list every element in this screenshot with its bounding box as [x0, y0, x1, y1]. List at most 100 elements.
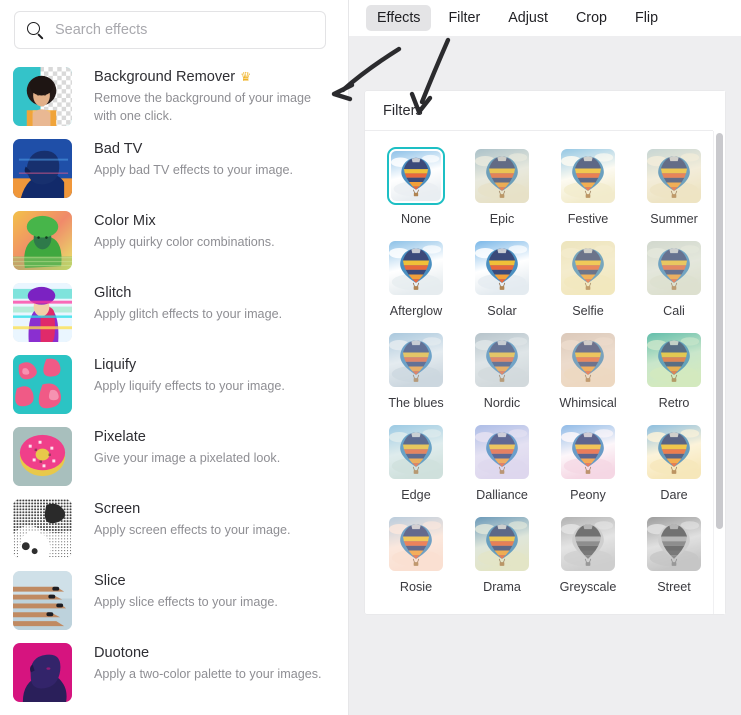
filter-thumbnail — [561, 241, 615, 295]
filter-label: Rosie — [399, 580, 433, 594]
filter-label: Drama — [483, 580, 521, 594]
filter-label: Afterglow — [389, 304, 443, 318]
effect-thumbnail — [13, 571, 72, 630]
filter-item[interactable]: Peony — [545, 423, 631, 502]
effect-text: Screen Apply screen effects to your imag… — [94, 498, 290, 540]
tab-adjust[interactable]: Adjust — [497, 5, 559, 31]
effect-title: Liquify — [94, 355, 285, 375]
filter-thumbnail-frame — [645, 331, 703, 389]
filter-item[interactable]: Retro — [631, 331, 717, 410]
filter-item[interactable]: Nordic — [459, 331, 545, 410]
filter-item[interactable]: Cali — [631, 239, 717, 318]
filter-item[interactable]: Drama — [459, 515, 545, 594]
filter-label: Edge — [401, 488, 431, 502]
filters-scrollbar[interactable] — [713, 131, 725, 614]
filter-item[interactable]: Festive — [545, 147, 631, 226]
effects-list: Background Remover ♛ Remove the backgrou… — [0, 62, 340, 710]
effect-item[interactable]: Bad TV Apply bad TV effects to your imag… — [0, 134, 340, 206]
filter-item[interactable]: Selfie — [545, 239, 631, 318]
effect-description: Apply glitch effects to your image. — [94, 307, 283, 321]
effect-item[interactable]: Duotone Apply a two-color palette to you… — [0, 638, 340, 710]
filter-thumbnail — [647, 149, 701, 203]
filter-item[interactable]: None — [373, 147, 459, 226]
filter-thumbnail — [647, 241, 701, 295]
effect-text: Duotone Apply a two-color palette to you… — [94, 642, 322, 684]
tab-flip[interactable]: Flip — [624, 5, 669, 31]
effect-thumbnail — [13, 211, 72, 270]
editor-right-pane: EffectsFilterAdjustCropFlip Filters — [349, 0, 741, 715]
filter-thumbnail-frame — [559, 515, 617, 573]
filter-label: Festive — [567, 212, 609, 226]
effect-item[interactable]: Pixelate Give your image a pixelated loo… — [0, 422, 340, 494]
filter-thumbnail — [475, 241, 529, 295]
effect-title: Glitch — [94, 283, 282, 303]
filter-label: Dalliance — [476, 488, 528, 502]
effect-text: Color Mix Apply quirky color combination… — [94, 210, 275, 252]
filter-item[interactable]: The blues — [373, 331, 459, 410]
filter-item[interactable]: Rosie — [373, 515, 459, 594]
filter-item[interactable]: Edge — [373, 423, 459, 502]
effect-text: Bad TV Apply bad TV effects to your imag… — [94, 138, 293, 180]
filter-thumbnail-frame — [559, 239, 617, 297]
effect-title-label: Screen — [94, 501, 141, 517]
filter-item[interactable]: Epic — [459, 147, 545, 226]
filter-thumbnail-frame — [645, 147, 703, 205]
filters-panel-header: Filters — [365, 91, 725, 131]
effect-title-label: Slice — [94, 573, 126, 589]
effect-item[interactable]: Slice Apply slice effects to your image. — [0, 566, 340, 638]
filter-item[interactable]: Dalliance — [459, 423, 545, 502]
filter-item[interactable]: Dare — [631, 423, 717, 502]
effect-item[interactable]: Glitch Apply glitch effects to your imag… — [0, 278, 340, 350]
filter-label: Cali — [663, 304, 685, 318]
scrollbar-header-gap — [713, 91, 725, 131]
filter-item[interactable]: Summer — [631, 147, 717, 226]
effect-description: Apply liquify effects to your image. — [94, 379, 285, 393]
effect-title: Screen — [94, 499, 290, 519]
filter-thumbnail-frame — [387, 331, 445, 389]
filter-item[interactable]: Solar — [459, 239, 545, 318]
filter-thumbnail-frame — [645, 515, 703, 573]
filter-item[interactable]: Afterglow — [373, 239, 459, 318]
search-input[interactable] — [55, 22, 313, 38]
effect-title-label: Background Remover — [94, 69, 236, 85]
effect-title-label: Liquify — [94, 357, 137, 373]
filters-grid: None Epic Festive Summer Afterglow Solar… — [365, 131, 725, 614]
filter-item[interactable]: Greyscale — [545, 515, 631, 594]
effect-text: Liquify Apply liquify effects to your im… — [94, 354, 285, 396]
filter-thumbnail-frame — [473, 423, 531, 481]
filter-label: Selfie — [572, 304, 604, 318]
effect-text: Glitch Apply glitch effects to your imag… — [94, 282, 282, 324]
filter-thumbnail-frame — [387, 147, 445, 205]
effect-title-label: Duotone — [94, 645, 150, 661]
effects-sidebar: Background Remover ♛ Remove the backgrou… — [0, 0, 340, 715]
effect-item[interactable]: Color Mix Apply quirky color combination… — [0, 206, 340, 278]
filter-thumbnail-frame — [559, 423, 617, 481]
filter-thumbnail-frame — [559, 147, 617, 205]
filter-thumbnail-frame — [387, 423, 445, 481]
filter-label: Peony — [570, 488, 606, 502]
effect-description: Apply a two-color palette to your images… — [94, 667, 322, 681]
filters-scrollbar-thumb[interactable] — [716, 133, 723, 530]
effect-item[interactable]: Screen Apply screen effects to your imag… — [0, 494, 340, 566]
tab-crop[interactable]: Crop — [565, 5, 618, 31]
filter-label: The blues — [388, 396, 444, 410]
effect-item[interactable]: Liquify Apply liquify effects to your im… — [0, 350, 340, 422]
editor-tab-bar: Effects Filter Adjust Crop Flip — [349, 0, 741, 36]
filter-label: Dare — [660, 488, 688, 502]
effect-description: Apply quirky color combinations. — [94, 235, 275, 249]
effect-title: Color Mix — [94, 211, 275, 231]
filters-panel-title: Filters — [383, 102, 423, 119]
filter-label: Whimsical — [559, 396, 617, 410]
filter-item[interactable]: Whimsical — [545, 331, 631, 410]
filter-label: Greyscale — [559, 580, 617, 594]
search-effects-field[interactable] — [14, 11, 326, 49]
filter-thumbnail — [647, 333, 701, 387]
tab-filter[interactable]: Filter — [437, 5, 491, 31]
effect-item[interactable]: Background Remover ♛ Remove the backgrou… — [0, 62, 340, 134]
filter-thumbnail-frame — [473, 147, 531, 205]
tab-effects[interactable]: Effects — [366, 5, 432, 31]
filter-thumbnail — [561, 517, 615, 571]
filter-label: Street — [657, 580, 691, 594]
effect-thumbnail — [13, 499, 72, 558]
filter-item[interactable]: Street — [631, 515, 717, 594]
